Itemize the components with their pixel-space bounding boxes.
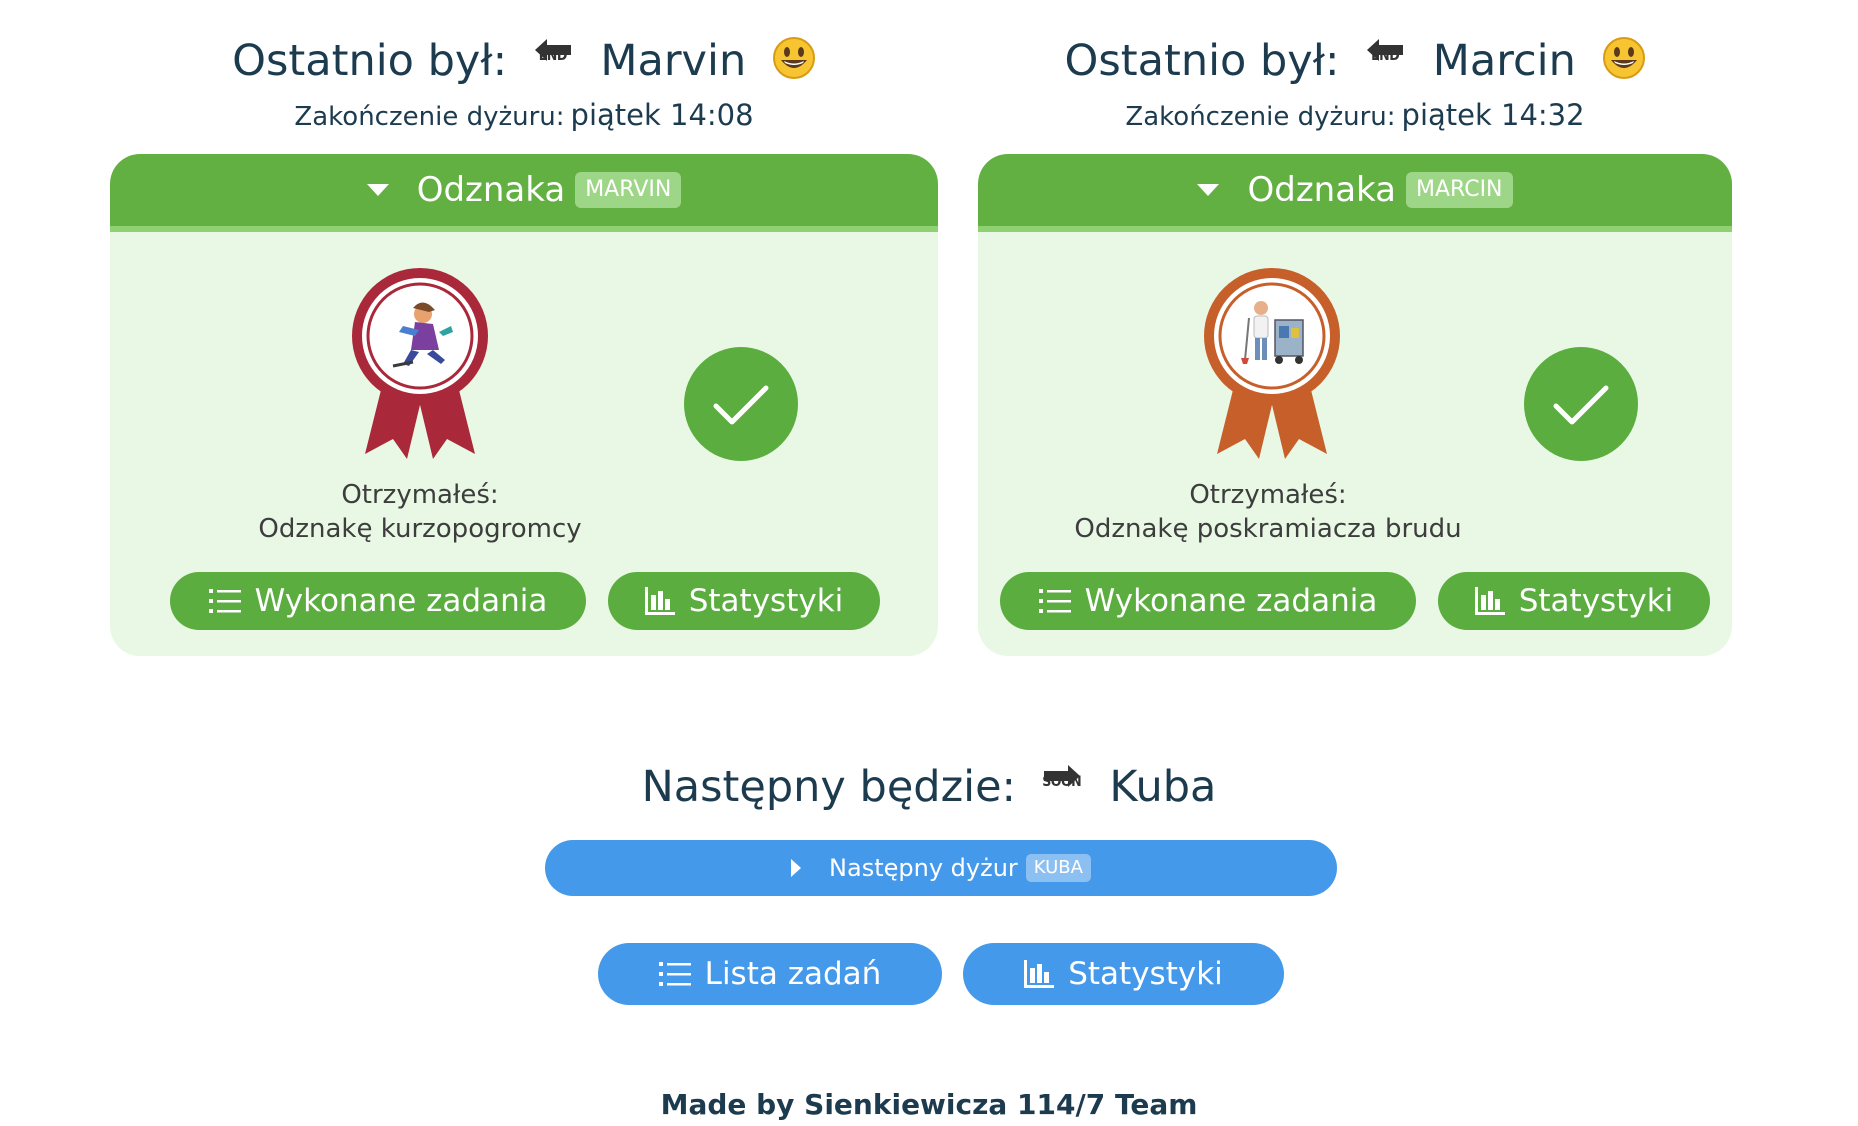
award-badge-icon bbox=[345, 264, 495, 464]
list-icon bbox=[1038, 587, 1071, 615]
duty-end: Zakończenie dyżuru: piątek 14:32 bbox=[1125, 98, 1585, 132]
stats-button[interactable]: Statystyki bbox=[1438, 572, 1710, 630]
user-pill: MARVIN bbox=[575, 172, 682, 208]
footer-credit: Made by Sienkiewicza 114/7 Team bbox=[660, 1088, 1198, 1121]
duty-end: Zakończenie dyżuru: piątek 14:08 bbox=[294, 98, 754, 132]
list-icon bbox=[658, 960, 691, 988]
completed-tasks-button[interactable]: Wykonane zadania bbox=[1000, 572, 1416, 630]
badge-card: Odznaka MARCIN Otrzymałeś: Odznakę poskr… bbox=[978, 154, 1732, 656]
bar-chart-icon bbox=[1024, 960, 1055, 988]
next-duty-toggle[interactable]: Następny dyżur KUBA bbox=[545, 840, 1337, 896]
completed-tasks-button[interactable]: Wykonane zadania bbox=[170, 572, 586, 630]
bar-chart-icon bbox=[644, 587, 675, 615]
soon-arrow-icon: SOON bbox=[1040, 763, 1084, 807]
last-duty-name: Marvin bbox=[600, 36, 747, 86]
next-duty-title: Następny będzie: SOON Kuba bbox=[641, 762, 1217, 812]
received-badge-text: Otrzymałeś: Odznakę kurzopogromcy bbox=[258, 480, 582, 544]
bar-chart-icon bbox=[1474, 587, 1505, 615]
user-pill: MARCIN bbox=[1405, 172, 1513, 208]
list-icon bbox=[208, 587, 241, 615]
next-stats-button[interactable]: Statystyki bbox=[963, 943, 1284, 1005]
last-duty-marcin: Ostatnio był: END Marcin Zakończenie dyż… bbox=[978, 0, 1732, 656]
check-icon bbox=[684, 347, 798, 461]
last-duty-title: Ostatnio był: END Marcin bbox=[978, 34, 1732, 93]
last-duty-name: Marcin bbox=[1432, 36, 1576, 86]
last-duty-marvin: Ostatnio był: END Marvin Zakończenie dyż… bbox=[110, 0, 938, 656]
back-arrow-end-icon: END bbox=[1363, 37, 1407, 81]
badge-card-toggle[interactable]: Odznaka MARVIN bbox=[110, 154, 938, 232]
stats-button[interactable]: Statystyki bbox=[608, 572, 880, 630]
next-duty-name: Kuba bbox=[1109, 762, 1217, 812]
smiley-icon bbox=[1602, 36, 1646, 93]
smiley-icon bbox=[772, 36, 816, 93]
caret-down-icon bbox=[366, 184, 389, 196]
caret-right-icon bbox=[791, 859, 802, 877]
user-pill: KUBA bbox=[1025, 854, 1091, 882]
task-list-button[interactable]: Lista zadań bbox=[598, 943, 942, 1005]
back-arrow-end-icon: END bbox=[531, 37, 575, 81]
received-badge-text: Otrzymałeś: Odznakę poskramiacza brudu bbox=[1074, 480, 1462, 544]
last-duty-title: Ostatnio był: END Marvin bbox=[110, 34, 938, 93]
badge-card-toggle[interactable]: Odznaka MARCIN bbox=[978, 154, 1732, 232]
badge-card: Odznaka MARVIN Otrzymałeś: Odznakę kurzo… bbox=[110, 154, 938, 656]
caret-down-icon bbox=[1197, 184, 1220, 196]
award-badge-icon bbox=[1197, 264, 1347, 464]
check-icon bbox=[1524, 347, 1638, 461]
